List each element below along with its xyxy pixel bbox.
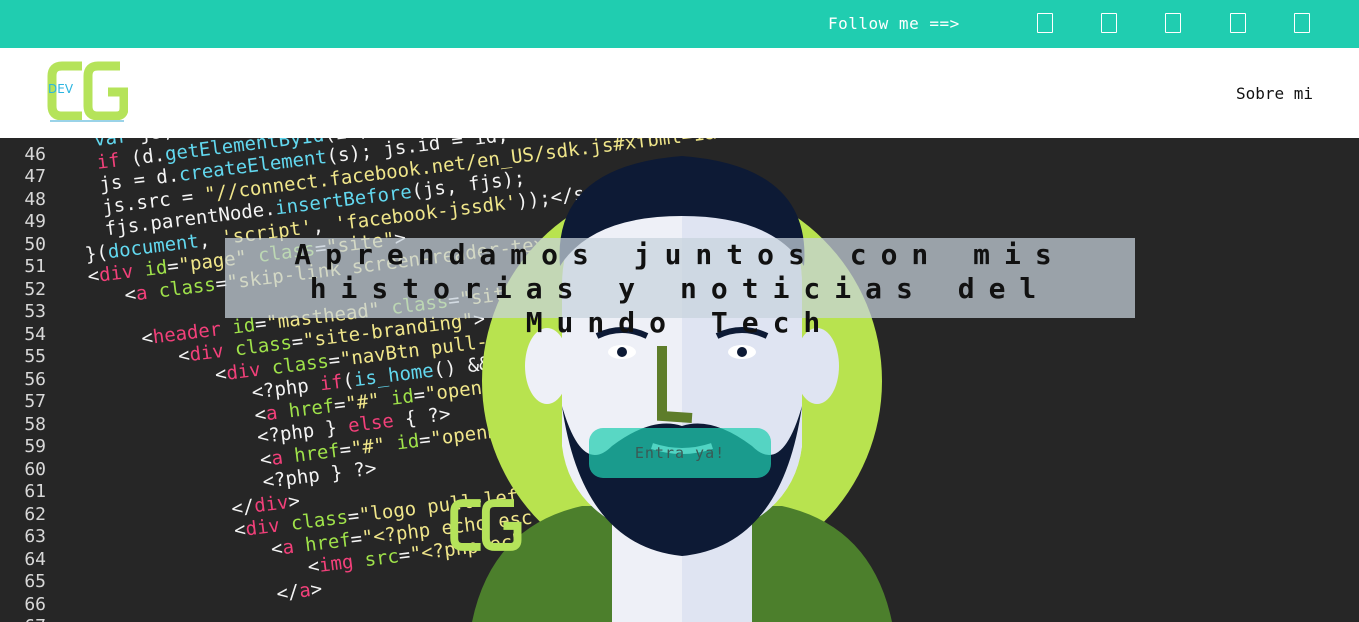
enter-button[interactable]: Entra ya! [589, 428, 771, 478]
follow-me-label: Follow me ==> [828, 14, 960, 33]
logo-text: DEV [48, 82, 74, 96]
social-icon-1[interactable] [1037, 13, 1053, 33]
social-icon-2[interactable] [1101, 13, 1117, 33]
top-bar: Follow me ==> [0, 0, 1359, 48]
hero-title: Aprendamos juntos con mis historias y no… [294, 238, 1066, 339]
social-icon-3[interactable] [1165, 13, 1181, 33]
site-logo[interactable]: DEV [46, 58, 128, 124]
nav-link-sobre-mi[interactable]: Sobre mi [1236, 84, 1313, 103]
site-header: DEV Sobre mi [0, 48, 1359, 138]
hero-section: 46 47 48 49 50 51 52 53 54 55 56 57 58 5… [0, 138, 1359, 622]
social-icon-4[interactable] [1230, 13, 1246, 33]
social-icon-5[interactable] [1294, 13, 1310, 33]
watermark-logo [450, 499, 522, 551]
